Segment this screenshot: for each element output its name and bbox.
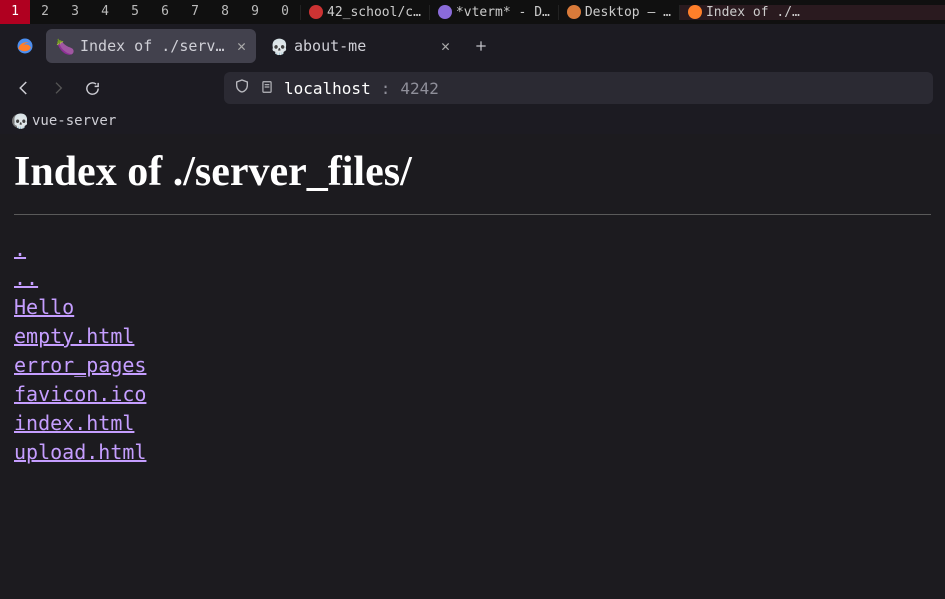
dir-link[interactable]: upload.html <box>14 438 146 467</box>
tab-about-me[interactable]: 💀 about-me ✕ <box>260 29 460 63</box>
bookmark-item[interactable]: vue-server <box>32 113 116 129</box>
dir-link[interactable]: . <box>14 235 26 264</box>
system-taskbar: 1 2 3 4 5 6 7 8 9 0 42_school/c… *vterm*… <box>0 0 945 24</box>
directory-listing: . .. Hello empty.html error_pages favico… <box>14 235 931 467</box>
app-icon <box>438 5 452 19</box>
workspace-switcher: 1 2 3 4 5 6 7 8 9 0 <box>0 0 300 24</box>
workspace-7[interactable]: 7 <box>180 0 210 24</box>
divider <box>14 214 931 215</box>
page-viewport: Index of ./server_files/ . .. Hello empt… <box>0 134 945 599</box>
workspace-4[interactable]: 4 <box>90 0 120 24</box>
dir-link[interactable]: error_pages <box>14 351 146 380</box>
browser-navbar: localhost:4242 <box>0 68 945 108</box>
dir-link[interactable]: empty.html <box>14 322 134 351</box>
workspace-5[interactable]: 5 <box>120 0 150 24</box>
workspace-2[interactable]: 2 <box>30 0 60 24</box>
workspace-6[interactable]: 6 <box>150 0 180 24</box>
shield-icon[interactable] <box>234 78 250 98</box>
doc-icon[interactable] <box>260 79 274 98</box>
tab-label: about-me <box>294 37 433 55</box>
address-bar[interactable]: localhost:4242 <box>224 72 933 104</box>
app-label: Desktop — … <box>585 5 671 20</box>
dir-link[interactable]: .. <box>14 264 38 293</box>
page-heading: Index of ./server_files/ <box>14 148 931 196</box>
url-colon: : <box>381 79 391 98</box>
reload-button[interactable] <box>80 76 104 100</box>
browser-tabstrip: 🍆 Index of ./server_files/ ✕ 💀 about-me … <box>0 24 945 68</box>
workspace-9[interactable]: 9 <box>240 0 270 24</box>
close-icon[interactable]: ✕ <box>441 37 450 55</box>
eggplant-icon: 🍆 <box>56 38 72 54</box>
taskbar-app-3[interactable]: Desktop — … <box>558 5 679 20</box>
workspace-3[interactable]: 3 <box>60 0 90 24</box>
bookmark-favicon: 💀 <box>12 114 26 128</box>
taskbar-app-2[interactable]: *vterm* - D… <box>429 5 558 20</box>
workspace-0[interactable]: 0 <box>270 0 300 24</box>
taskbar-app-4[interactable]: Index of ./… <box>679 5 945 20</box>
folder-icon <box>567 5 581 19</box>
url-port: 4242 <box>400 79 439 98</box>
firefox-menu-button[interactable] <box>8 29 42 63</box>
close-icon[interactable]: ✕ <box>237 37 246 55</box>
dir-link[interactable]: Hello <box>14 293 74 322</box>
app-label: 42_school/c… <box>327 5 421 20</box>
tab-index[interactable]: 🍆 Index of ./server_files/ ✕ <box>46 29 256 63</box>
workspace-8[interactable]: 8 <box>210 0 240 24</box>
skull-icon: 💀 <box>270 38 286 54</box>
app-icon <box>309 5 323 19</box>
app-label: Index of ./… <box>706 5 800 20</box>
bookmarks-bar: 💀 vue-server <box>0 108 945 134</box>
back-button[interactable] <box>12 76 36 100</box>
dir-link[interactable]: index.html <box>14 409 134 438</box>
tab-label: Index of ./server_files/ <box>80 37 229 55</box>
url-host: localhost <box>284 79 371 98</box>
firefox-icon <box>688 5 702 19</box>
dir-link[interactable]: favicon.ico <box>14 380 146 409</box>
app-label: *vterm* - D… <box>456 5 550 20</box>
workspace-1[interactable]: 1 <box>0 0 30 24</box>
new-tab-button[interactable] <box>464 29 498 63</box>
forward-button[interactable] <box>46 76 70 100</box>
taskbar-app-1[interactable]: 42_school/c… <box>300 5 429 20</box>
